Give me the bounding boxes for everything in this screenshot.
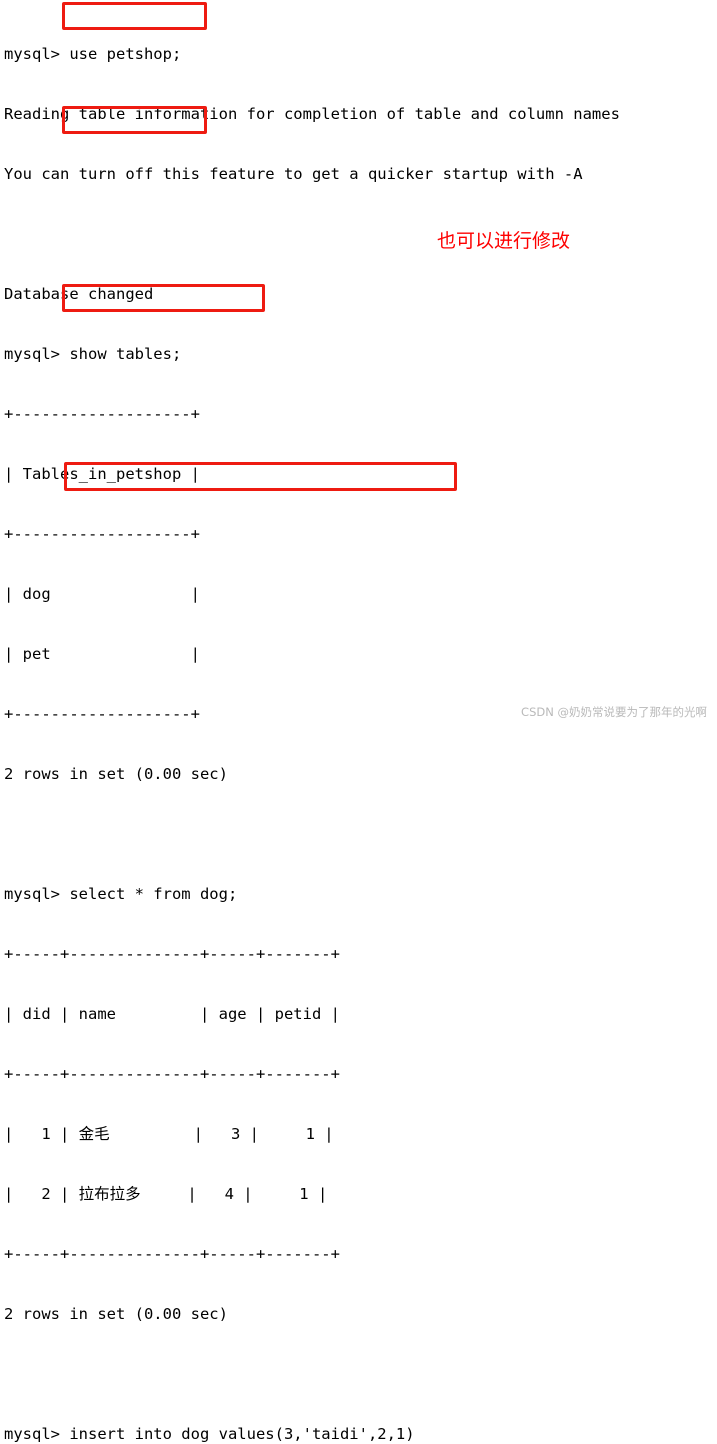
annotation-note: 也可以进行修改: [437, 230, 571, 252]
terminal-line: +-----+--------------+-----+-------+: [4, 945, 340, 963]
terminal-line: mysql> use petshop;: [4, 45, 182, 63]
terminal-line: +-------------------+: [4, 525, 200, 543]
terminal-line: +-----+--------------+-----+-------+: [4, 1065, 340, 1083]
terminal-line: mysql> select * from dog;: [4, 885, 238, 903]
terminal-line: | pet |: [4, 645, 200, 663]
terminal-line: mysql> insert into dog values(3,'taidi',…: [4, 1425, 415, 1443]
terminal-line: 2 rows in set (0.00 sec): [4, 765, 228, 783]
terminal-line: mysql> show tables;: [4, 345, 182, 363]
terminal-line: | did | name | age | petid |: [4, 1005, 340, 1023]
terminal-line: 2 rows in set (0.00 sec): [4, 1305, 228, 1323]
terminal-line: +-----+--------------+-----+-------+: [4, 1245, 340, 1263]
terminal-output: mysql> use petshop; Reading table inform…: [0, 0, 717, 1443]
terminal-line: Reading table information for completion…: [4, 105, 620, 123]
terminal-line: | dog |: [4, 585, 200, 603]
csdn-watermark: CSDN @奶奶常说要为了那年的光啊: [521, 705, 707, 719]
terminal-line: You can turn off this feature to get a q…: [4, 165, 583, 183]
terminal-line: | 1 | 金毛 | 3 | 1 |: [4, 1125, 334, 1143]
terminal-line: +-------------------+: [4, 405, 200, 423]
terminal-line: Database changed: [4, 285, 154, 303]
terminal-line: | 2 | 拉布拉多 | 4 | 1 |: [4, 1185, 328, 1203]
terminal-line: | Tables_in_petshop |: [4, 465, 200, 483]
